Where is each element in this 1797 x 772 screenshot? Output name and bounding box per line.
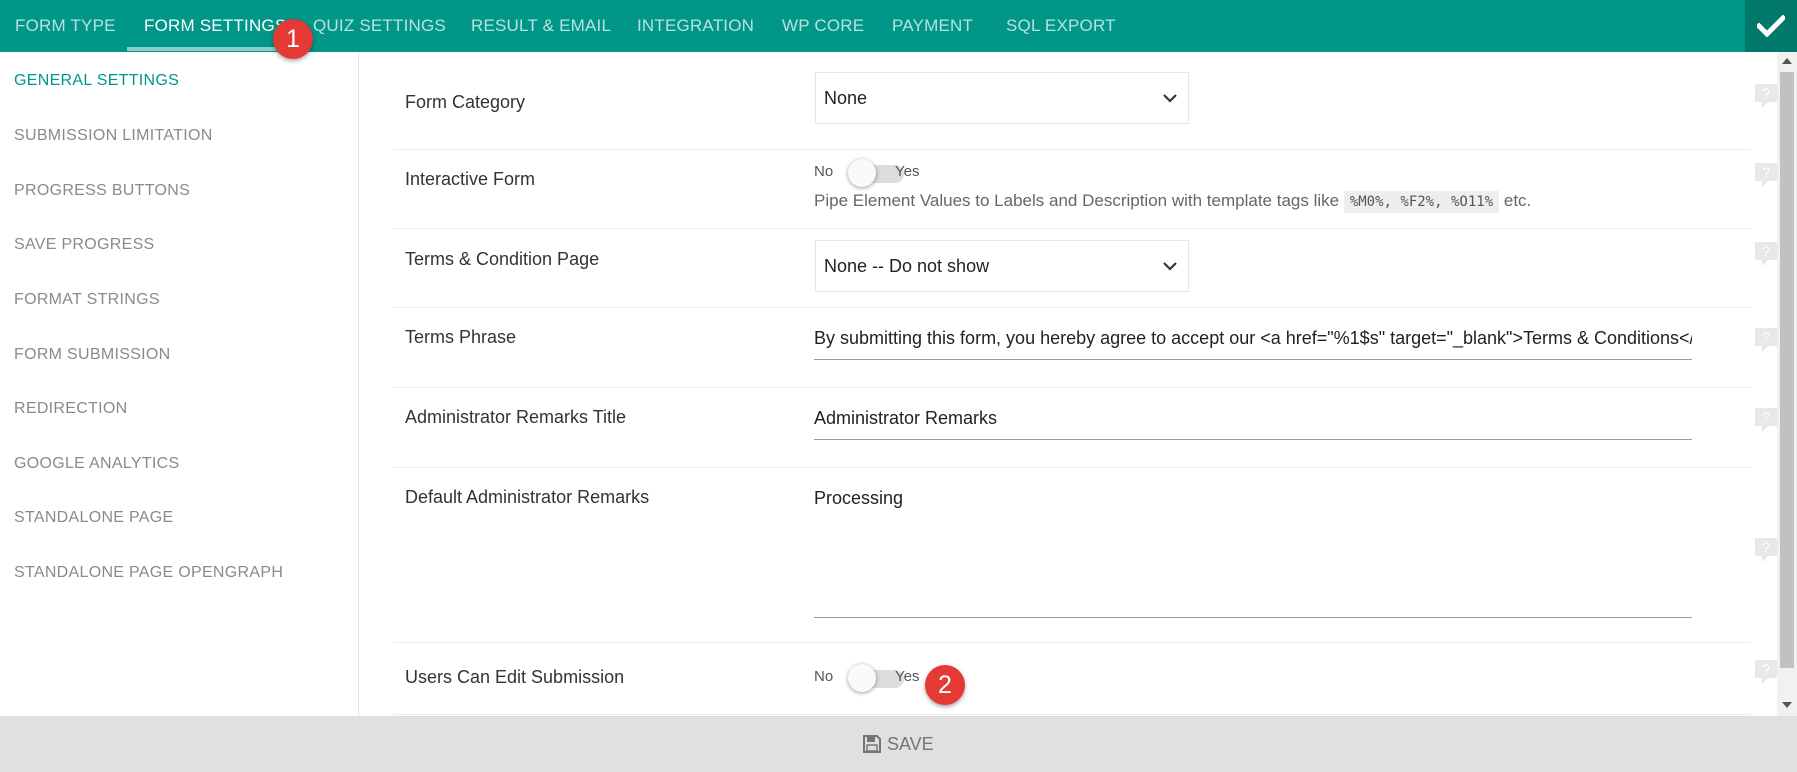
setting-row-admin-remarks-title: Administrator Remarks Title Administrato…: [393, 387, 1777, 468]
tab-integration[interactable]: INTEGRATION: [637, 0, 754, 52]
help-icon[interactable]: ?: [1754, 407, 1777, 433]
admin-remarks-title-label: Administrator Remarks Title: [405, 407, 627, 427]
setting-row-default-admin-remarks: Default Administrator Remarks Processing…: [393, 467, 1777, 643]
sidebar-item-progress-buttons[interactable]: PROGRESS BUTTONS: [14, 182, 190, 200]
sidebar-item-submission-limitation[interactable]: SUBMISSION LIMITATION: [14, 127, 213, 145]
sidebar-item-google-analytics[interactable]: GOOGLE ANALYTICS: [14, 455, 179, 473]
svg-text:?: ?: [1762, 329, 1770, 345]
help-icon[interactable]: ?: [1754, 83, 1777, 109]
settings-panel: Form Category None ? Interactive Form No…: [359, 52, 1777, 716]
setting-row-interactive-form: Interactive Form No Yes Pipe Element Val…: [393, 149, 1777, 229]
sidebar-item-form-submission[interactable]: FORM SUBMISSION: [14, 346, 171, 364]
setting-row-terms-page: Terms & Condition Page None -- Do not sh…: [393, 228, 1777, 308]
scroll-down-arrow-icon[interactable]: [1782, 702, 1792, 708]
svg-text:?: ?: [1762, 539, 1770, 555]
terms-page-label: Terms & Condition Page: [405, 249, 600, 269]
save-bar: SAVE: [0, 716, 1797, 772]
svg-text:?: ?: [1762, 409, 1770, 425]
svg-text:?: ?: [1762, 85, 1770, 101]
svg-text:?: ?: [1762, 243, 1770, 259]
template-tags-code: %M0%, %F2%, %O11%: [1343, 191, 1500, 213]
scrollbar[interactable]: [1777, 52, 1797, 716]
toggle-yes-label: Yes: [895, 163, 920, 180]
save-label: SAVE: [887, 734, 934, 754]
chevron-down-icon: [1163, 94, 1177, 103]
help-icon[interactable]: ?: [1754, 537, 1777, 563]
terms-phrase-input[interactable]: By submitting this form, you hereby agre…: [814, 317, 1692, 360]
tab-payment[interactable]: PAYMENT: [892, 0, 973, 52]
sidebar-item-standalone-page[interactable]: STANDALONE PAGE: [14, 509, 174, 527]
svg-text:?: ?: [1762, 164, 1770, 180]
sidebar-item-save-progress[interactable]: SAVE PROGRESS: [14, 236, 155, 254]
help-icon[interactable]: ?: [1754, 162, 1777, 188]
setting-row-users-can-edit: Users Can Edit Submission No Yes ?: [393, 642, 1777, 715]
help-icon[interactable]: ?: [1754, 241, 1777, 267]
admin-remarks-title-input[interactable]: Administrator Remarks: [814, 397, 1692, 440]
tab-quiz-settings[interactable]: QUIZ SETTINGS: [313, 0, 446, 52]
step-badge-1: 1: [273, 19, 313, 59]
tab-wp-core[interactable]: WP CORE: [782, 0, 864, 52]
toggle-no-label: No: [814, 668, 834, 685]
svg-text:?: ?: [1762, 661, 1770, 677]
sidebar-item-redirection[interactable]: REDIRECTION: [14, 400, 128, 418]
terms-phrase-label: Terms Phrase: [405, 327, 517, 347]
toggle-no-label: No: [814, 163, 834, 180]
chevron-down-icon: [1163, 262, 1177, 271]
scroll-up-arrow-icon[interactable]: [1782, 58, 1792, 64]
terms-page-select[interactable]: None -- Do not show: [815, 240, 1189, 292]
check-icon: [1757, 15, 1785, 37]
setting-row-terms-phrase: Terms Phrase By submitting this form, yo…: [393, 307, 1777, 388]
interactive-form-label: Interactive Form: [405, 169, 536, 189]
floppy-disk-icon: [863, 735, 881, 753]
default-admin-remarks-textarea[interactable]: Processing: [814, 482, 1692, 618]
step-badge-2: 2: [925, 665, 965, 705]
users-can-edit-label: Users Can Edit Submission: [405, 667, 625, 687]
form-category-label: Form Category: [405, 92, 526, 112]
form-category-value: None: [824, 88, 868, 108]
help-icon[interactable]: ?: [1754, 659, 1777, 685]
tab-result-email[interactable]: RESULT & EMAIL: [471, 0, 611, 52]
sidebar-item-format-strings[interactable]: FORMAT STRINGS: [14, 291, 160, 309]
sidebar-item-standalone-page-opengraph[interactable]: STANDALONE PAGE OPENGRAPH: [14, 564, 283, 582]
confirm-button[interactable]: [1745, 0, 1797, 52]
interactive-form-description: Pipe Element Values to Labels and Descri…: [814, 191, 1531, 213]
help-icon[interactable]: ?: [1754, 327, 1777, 353]
tab-form-type[interactable]: FORM TYPE: [15, 0, 116, 52]
setting-row-form-category: Form Category None ?: [393, 72, 1777, 150]
scroll-thumb[interactable]: [1780, 72, 1794, 668]
toggle-yes-label: Yes: [895, 668, 920, 685]
sidebar-item-general-settings[interactable]: GENERAL SETTINGS: [14, 72, 179, 90]
active-tab-indicator: [127, 47, 288, 51]
top-navigation: FORM TYPE FORM SETTINGS QUIZ SETTINGS RE…: [0, 0, 1797, 52]
default-admin-remarks-label: Default Administrator Remarks: [405, 487, 650, 507]
form-category-select[interactable]: None: [815, 72, 1189, 124]
tab-form-settings[interactable]: FORM SETTINGS: [144, 0, 286, 52]
terms-page-value: None -- Do not show: [824, 256, 990, 276]
tab-sql-export[interactable]: SQL EXPORT: [1006, 0, 1116, 52]
settings-sidebar: GENERAL SETTINGS SUBMISSION LIMITATION P…: [0, 52, 359, 716]
save-button[interactable]: SAVE: [863, 716, 934, 772]
